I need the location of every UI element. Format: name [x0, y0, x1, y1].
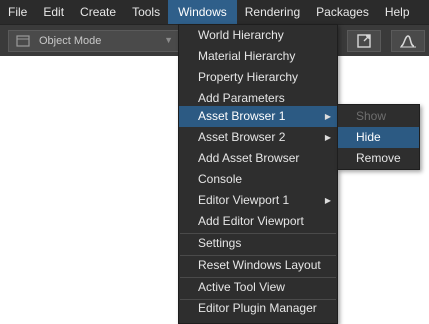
submenu-item-show: Show: [356, 109, 387, 123]
menu-item-add-editor-viewport[interactable]: Add Editor Viewport: [179, 211, 337, 232]
menu-item-material-hierarchy[interactable]: Material Hierarchy: [179, 46, 337, 67]
menu-item-property-hierarchy[interactable]: Property Hierarchy: [179, 67, 337, 88]
mode-dropdown[interactable]: Object Mode ▼: [8, 30, 180, 52]
menu-rendering[interactable]: Rendering: [237, 0, 308, 24]
menu-item-label: Asset Browser 1: [198, 109, 286, 123]
curve-tool-button[interactable]: [391, 30, 425, 52]
menu-help[interactable]: Help: [377, 0, 418, 24]
curve-icon: [400, 35, 416, 48]
menu-create[interactable]: Create: [72, 0, 124, 24]
mode-label: Object Mode: [39, 35, 102, 47]
submenu-item-hide[interactable]: Hide: [338, 127, 419, 148]
windows-menu: World Hierarchy Material Hierarchy Prope…: [178, 24, 338, 324]
maximize-icon: [357, 34, 371, 48]
maximize-button[interactable]: [347, 30, 381, 52]
menu-file[interactable]: File: [0, 0, 35, 24]
menu-item-asset-browser-2[interactable]: Asset Browser 2 ▶: [179, 127, 337, 148]
menu-item-reset-windows-layout[interactable]: Reset Windows Layout: [179, 255, 337, 276]
menu-edit[interactable]: Edit: [35, 0, 72, 24]
chevron-right-icon: ▶: [324, 112, 331, 121]
menu-item-editor-plugin-manager[interactable]: Editor Plugin Manager: [179, 298, 337, 319]
cube-icon: [15, 34, 33, 48]
submenu-item-remove[interactable]: Remove: [338, 148, 419, 169]
menu-packages[interactable]: Packages: [308, 0, 377, 24]
menu-item-settings[interactable]: Settings: [179, 233, 337, 254]
chevron-down-icon: ▼: [164, 35, 173, 45]
chevron-right-icon: ▶: [324, 133, 331, 142]
asset-browser-submenu: Show Hide Remove: [337, 104, 420, 170]
menu-windows[interactable]: Windows: [168, 0, 237, 24]
menu-tools[interactable]: Tools: [124, 0, 168, 24]
menu-item-active-tool-view[interactable]: Active Tool View: [179, 277, 337, 298]
menu-item-label: Editor Viewport 1: [198, 193, 290, 207]
menu-item-editor-viewport-1[interactable]: Editor Viewport 1 ▶: [179, 190, 337, 211]
menu-item-world-hierarchy[interactable]: World Hierarchy: [179, 25, 337, 46]
chevron-right-icon: ▶: [324, 196, 331, 205]
menu-item-asset-browser-1[interactable]: Asset Browser 1 ▶: [179, 106, 337, 127]
menu-item-label: Asset Browser 2: [198, 130, 286, 144]
menu-item-console[interactable]: Console: [179, 169, 337, 190]
menu-bar: File Edit Create Tools Windows Rendering…: [0, 0, 429, 24]
menu-item-add-asset-browser[interactable]: Add Asset Browser: [179, 148, 337, 169]
